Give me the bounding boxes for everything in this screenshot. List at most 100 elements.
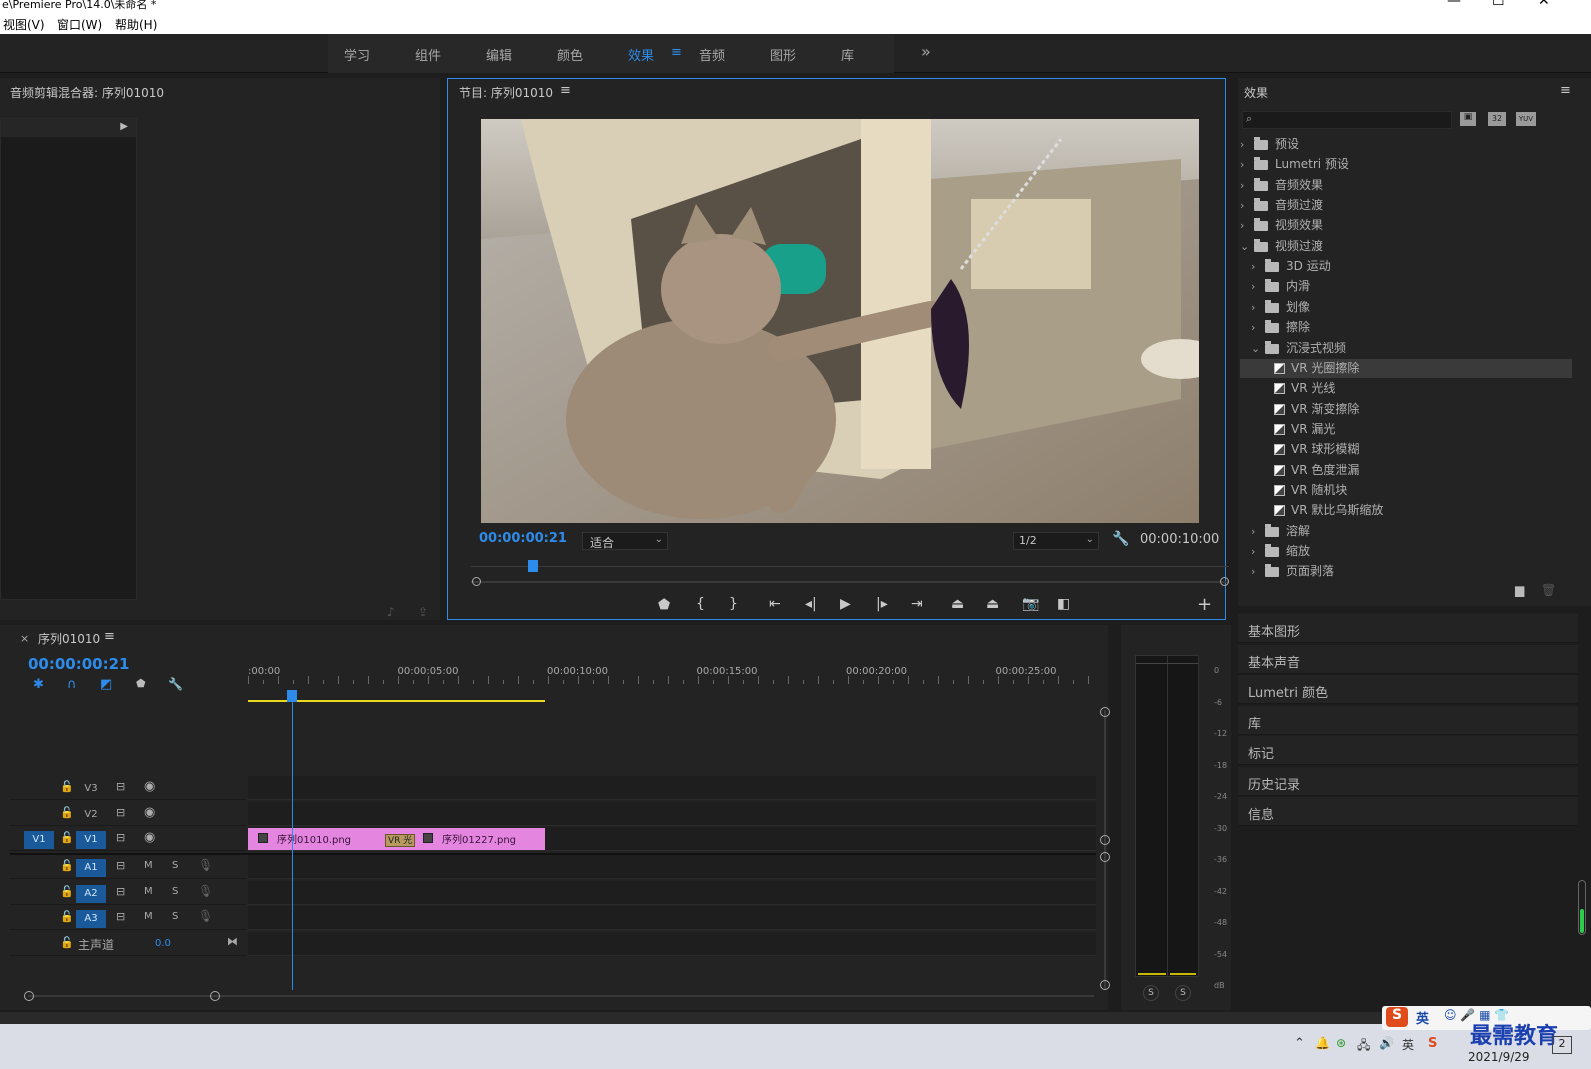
scroll-handle-bottom[interactable] — [1100, 980, 1110, 990]
sync-lock-icon[interactable]: ⊟ — [116, 831, 125, 844]
track-target[interactable]: A3 — [76, 910, 106, 928]
effects-tree-item[interactable]: › 溶解 — [1240, 522, 1572, 541]
ime-tray-icon[interactable]: 英 — [1402, 1036, 1414, 1053]
clip-name[interactable]: 序列01227.png — [442, 831, 516, 846]
program-timecode[interactable]: 00:00:00:21 — [479, 531, 567, 546]
ws-graphics[interactable]: 图形 — [770, 45, 796, 64]
mixer-note-icon[interactable]: ♪ — [387, 605, 395, 619]
effects-tree-item[interactable]: VR 球形模糊 — [1240, 440, 1572, 459]
ws-learn[interactable]: 学习 — [344, 45, 370, 64]
ws-color[interactable]: 颜色 — [557, 45, 583, 64]
eye-icon[interactable]: ◉ — [144, 805, 155, 820]
effects-tree-item[interactable]: VR 光线 — [1240, 379, 1572, 398]
zoom-handle-right[interactable] — [1220, 577, 1229, 586]
lock-icon[interactable]: 🔓 — [60, 859, 74, 872]
ws-more-button[interactable]: » — [921, 42, 931, 61]
effects-tree-item[interactable]: ⌄ 沉浸式视频 — [1240, 339, 1572, 358]
sync-lock-icon[interactable]: ⊟ — [116, 859, 125, 872]
zoom-bar[interactable] — [471, 581, 1229, 583]
transition-block[interactable]: VR 光 — [385, 834, 415, 847]
lock-icon[interactable]: 🔓 — [60, 780, 74, 793]
notification-center-button[interactable]: 2 — [1552, 1036, 1572, 1054]
solo-left-button[interactable]: S — [1143, 985, 1159, 1001]
chevron-right-icon[interactable]: › — [1240, 216, 1244, 235]
eye-icon[interactable]: ◉ — [144, 779, 155, 794]
side-panel-tab[interactable]: 基本声音 — [1238, 644, 1578, 674]
chevron-right-icon[interactable]: › — [1251, 318, 1255, 337]
security-icon[interactable]: ⊛ — [1336, 1036, 1346, 1050]
audio-track-lane[interactable] — [248, 880, 1096, 905]
ws-editing[interactable]: 编辑 — [486, 45, 512, 64]
solo-button[interactable]: S — [172, 911, 178, 922]
effects-tree-item[interactable]: › 划像 — [1240, 298, 1572, 317]
audio-track-lane[interactable] — [248, 906, 1096, 930]
mute-button[interactable]: M — [144, 860, 153, 871]
expand-icon[interactable]: ▶ — [120, 121, 128, 132]
program-menu-icon[interactable]: ≡ — [560, 83, 571, 98]
track-target[interactable]: A1 — [76, 859, 106, 877]
linked-selection-icon[interactable]: ◩ — [100, 677, 112, 692]
nest-icon[interactable]: ✱ — [33, 677, 44, 692]
hscroll-handle-right[interactable] — [210, 991, 220, 1001]
track-target[interactable]: V3 — [76, 780, 106, 798]
lock-icon[interactable]: 🔓 — [60, 910, 74, 923]
lock-icon[interactable]: 🔓 — [60, 806, 74, 819]
effects-tree-item[interactable]: › Lumetri 预设 — [1240, 155, 1572, 174]
effects-tree-item[interactable]: VR 默比乌斯缩放 — [1240, 501, 1572, 520]
close-tab-icon[interactable]: × — [20, 632, 29, 645]
mark-in-icon[interactable]: { — [696, 596, 705, 612]
vertical-scrollbar[interactable] — [1104, 710, 1106, 990]
chevron-right-icon[interactable]: › — [1251, 562, 1255, 581]
mute-button[interactable]: M — [144, 886, 153, 897]
video-track-lane[interactable] — [248, 776, 1096, 800]
scroll-handle-a-top[interactable] — [1100, 852, 1110, 862]
side-panel-tab[interactable]: 历史记录 — [1238, 766, 1578, 796]
timeline-playhead[interactable] — [291, 690, 293, 990]
volume-icon[interactable]: 🔊 — [1379, 1036, 1394, 1050]
effects-menu-icon[interactable]: ≡ — [1560, 83, 1571, 98]
menu-view[interactable]: 视图(V) — [3, 16, 45, 33]
clip-name[interactable]: 序列01010.png — [277, 831, 351, 846]
timeline-timecode[interactable]: 00:00:00:21 — [28, 655, 130, 673]
new-bin-icon[interactable]: ▆ — [1515, 583, 1524, 597]
chevron-down-icon[interactable]: ⌄ — [1251, 339, 1260, 358]
sync-lock-icon[interactable]: ⊟ — [116, 806, 125, 819]
timeline-ruler[interactable]: :00:00 00:00:05:00 00:00:10:00 00:00:15:00 0… — [248, 664, 1096, 704]
lift-icon[interactable]: ⏏ — [951, 596, 964, 612]
resolution-dropdown[interactable]: 1/2 ⌄ — [1013, 532, 1099, 550]
lock-icon[interactable]: 🔓 — [60, 885, 74, 898]
horizontal-scrollbar[interactable] — [28, 995, 1094, 997]
solo-button[interactable]: S — [172, 886, 178, 897]
timeline-settings-icon[interactable]: 🔧 — [168, 677, 183, 691]
effects-tree-item[interactable]: VR 渐变擦除 — [1240, 400, 1572, 419]
ws-audio[interactable]: 音频 — [699, 45, 725, 64]
chevron-right-icon[interactable]: › — [1251, 277, 1255, 296]
add-marker-icon[interactable]: ⬟ — [136, 677, 146, 690]
go-to-out-icon[interactable]: ⇥ — [911, 596, 923, 612]
maximize-button[interactable]: ☐ — [1492, 0, 1505, 8]
effects-tree-item[interactable]: › 页面剥落 — [1240, 562, 1572, 581]
ime-language[interactable]: 英 — [1416, 1008, 1429, 1027]
effects-tree-item[interactable]: ⌄ 视频过渡 — [1240, 237, 1572, 256]
accelerated-effects-icon[interactable]: ▣ — [1460, 112, 1476, 126]
mark-out-icon[interactable]: } — [729, 596, 738, 612]
menu-window[interactable]: 窗口(W) — [57, 16, 102, 33]
scroll-handle-top[interactable] — [1100, 707, 1110, 717]
chevron-right-icon[interactable]: › — [1240, 155, 1244, 174]
effects-search-input[interactable]: ⌕ — [1242, 111, 1452, 129]
effects-tree-item[interactable]: › 音频过渡 — [1240, 196, 1572, 215]
track-target[interactable]: V2 — [76, 806, 106, 824]
notification-bell-icon[interactable]: 🔔 — [1315, 1036, 1330, 1050]
sync-lock-icon[interactable]: ⊟ — [116, 910, 125, 923]
source-patch-v1[interactable]: V1 — [24, 831, 54, 849]
effects-tree-item[interactable]: VR 色度泄漏 — [1240, 461, 1572, 480]
mute-button[interactable]: M — [144, 911, 153, 922]
chevron-right-icon[interactable]: › — [1240, 196, 1244, 215]
go-to-in-icon[interactable]: ⇤ — [769, 596, 781, 612]
effects-tree-item[interactable]: › 音频效果 — [1240, 176, 1572, 195]
network-icon[interactable]: 🖧 — [1357, 1036, 1370, 1057]
chevron-right-icon[interactable]: › — [1251, 257, 1255, 276]
taskbar-date[interactable]: 2021/9/29 — [1468, 1050, 1530, 1064]
timeline-tab[interactable]: 序列01010 — [38, 630, 100, 647]
sync-lock-icon[interactable]: ⊟ — [116, 885, 125, 898]
